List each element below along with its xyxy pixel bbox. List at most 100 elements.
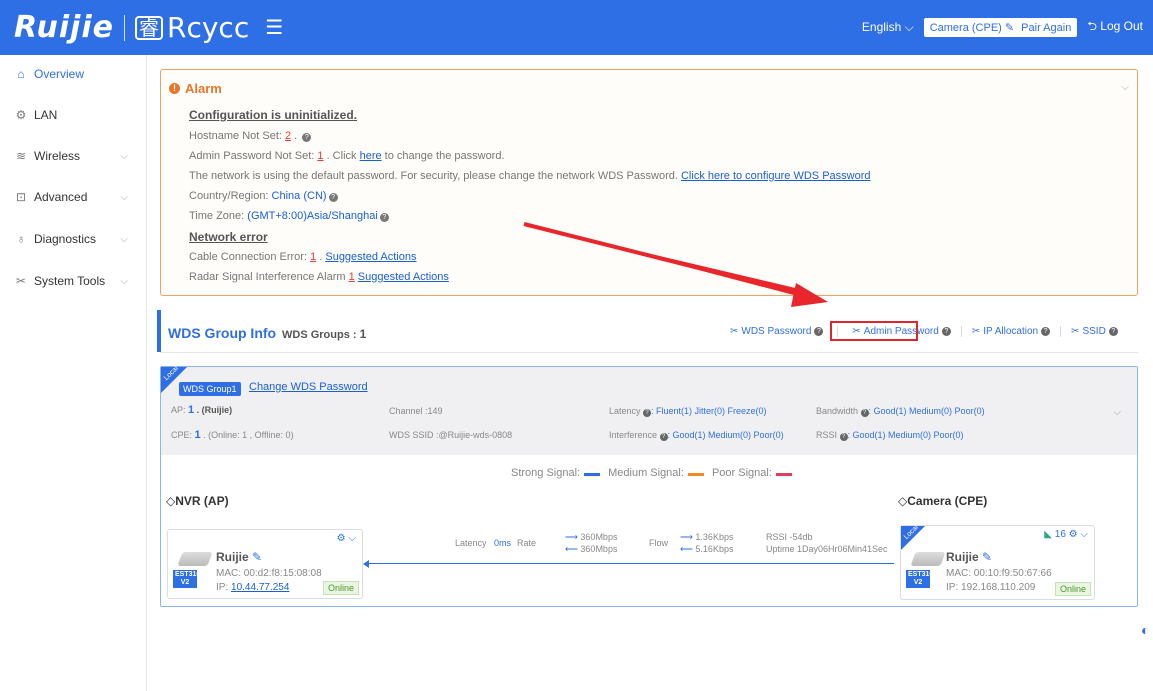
wds-password-button[interactable]: ✂ WDS Password? [730, 326, 824, 337]
collapse-icon[interactable]: ⌵ [1121, 82, 1129, 93]
cpe-summary: CPE: 1 . (Online: 1 , Offline: 0) [171, 429, 294, 441]
help-icon[interactable]: ? [1108, 327, 1118, 336]
tools-icon: ✂ [15, 274, 27, 288]
admin-mid: . Click [323, 150, 360, 162]
cpe-device-card[interactable]: Local EST310-V2 Ruijie ✎ MAC: 00:10:f9:5… [900, 524, 1095, 600]
help-icon[interactable]: ? [379, 213, 389, 222]
tools-icon: ✂ [1071, 326, 1080, 337]
link-rate-up: ⟶ 360Mbps [565, 532, 617, 543]
logout-button[interactable]: ⮌ Log Out [1087, 17, 1143, 38]
gear-icon[interactable]: ⚙ ⌵ [337, 533, 356, 544]
timezone-label: Time Zone: [189, 210, 248, 222]
divider [960, 326, 962, 337]
link-rate-label: Rate [517, 538, 537, 548]
legend-poor-label: Poor Signal: [711, 467, 772, 479]
help-icon[interactable]: ? [941, 327, 951, 336]
help-icon[interactable]: ? [328, 193, 338, 202]
bandwidth-summary: Bandwidth ?: Good(1) Medium(0) Poor(0) [816, 406, 985, 417]
cpe-node-title-text: Camera (CPE) [907, 494, 988, 508]
legend-strong-label: Strong Signal: [511, 467, 581, 479]
alarm-title: ! Alarm [169, 81, 222, 96]
wds-group-badge: WDS Group1 [179, 382, 241, 396]
legend-medium-label: Medium Signal: [608, 467, 684, 479]
rssi-value: : Good(1) Medium(0) Poor(0) [847, 430, 964, 440]
cpe-detail: . (Online: 1 , Offline: 0) [200, 430, 294, 440]
timezone-row: Time Zone: (GMT+8:00)Asia/Shanghai? [189, 210, 389, 222]
admin-suffix: to change the password. [381, 150, 505, 162]
arrow-left-icon: ⟵ [680, 544, 693, 554]
link-rate-down-value: 360Mbps [580, 544, 618, 554]
help-icon[interactable]: ? [839, 433, 848, 441]
ap-device-card[interactable]: EST310-V2 Ruijie ✎ MAC: 00:d2:f8:15:08:0… [167, 529, 363, 599]
interference-summary: Interference ?: Good(1) Medium(0) Poor(0… [609, 430, 784, 441]
device-ip: IP: 192.168.110.209 [946, 582, 1036, 593]
radar-label: Radar Signal Interference Alarm [189, 271, 349, 283]
edit-icon[interactable]: ✎ [1005, 22, 1014, 34]
pair-again-link[interactable]: Pair Again [1021, 22, 1071, 34]
chevron-down-icon: ⌵ [120, 233, 128, 245]
cable-suggested-actions-link[interactable]: Suggested Actions [325, 251, 416, 263]
latency-summary: Latency ?: Fluent(1) Jitter(0) Freeze(0) [609, 406, 767, 417]
admin-password-alert: Admin Password Not Set: 1 . Click here t… [189, 150, 505, 162]
cable-mid: . [316, 251, 326, 263]
section-accent-bar [157, 310, 161, 352]
help-icon[interactable]: ? [643, 409, 652, 417]
chevron-down-icon: ⌵ [120, 191, 128, 203]
top-header: Ruijie 睿 Rcycc ☰ English ⌵ Camera (CPE) … [0, 0, 1153, 55]
help-icon[interactable]: ? [860, 409, 869, 417]
link-rate-down: ⟵ 360Mbps [565, 544, 617, 555]
ap-node-title: ◇NVR (AP) [166, 494, 229, 508]
edit-icon[interactable]: ✎ [982, 550, 992, 564]
ip-allocation-button[interactable]: ✂ IP Allocation? [972, 326, 1051, 337]
language-select[interactable]: English ⌵ [862, 20, 914, 35]
help-icon[interactable]: ? [814, 327, 824, 336]
link-uptime: Uptime 1Day06Hr06Min41Sec [766, 544, 888, 554]
sidebar-item-overview[interactable]: ⌂ Overview [14, 67, 134, 81]
home-icon: ⌂ [17, 67, 25, 81]
sidebar-item-advanced[interactable]: ⊡ Advanced ⌵ [14, 190, 134, 204]
ssid-button[interactable]: ✂ SSID? [1071, 326, 1118, 337]
reyee-seal-icon: 睿 [135, 15, 164, 40]
device-image [177, 552, 213, 566]
change-password-link[interactable]: here [360, 150, 382, 162]
sidebar-item-wireless[interactable]: ≋ Wireless ⌵ [14, 149, 134, 163]
sidebar-item-system-tools[interactable]: ✂ System Tools ⌵ [14, 274, 134, 288]
section-divider [160, 352, 1138, 353]
chevron-down-icon[interactable]: ⌵ [1113, 407, 1121, 418]
device-name-text: Ruijie [946, 550, 979, 564]
sidebar-item-lan[interactable]: ⚙ LAN [14, 108, 134, 122]
help-icon[interactable]: ? [1041, 327, 1051, 336]
ssid-label: SSID [1082, 326, 1106, 337]
wds-password-label: WDS Password [741, 326, 812, 337]
lan-icon: ⚙ [15, 108, 27, 122]
change-wds-password-link[interactable]: Change WDS Password [249, 381, 368, 393]
diagnostics-icon: ♁ [16, 232, 26, 246]
sidebar-item-label: Overview [34, 67, 85, 81]
floating-assistant-icon[interactable]: ◐ [1141, 622, 1149, 638]
ip-label: IP: [216, 582, 232, 593]
sidebar-item-diagnostics[interactable]: ♁ Diagnostics ⌵ [14, 232, 134, 246]
arrow-left-icon: ⟵ [565, 544, 578, 554]
tools-icon: ✂ [730, 326, 739, 337]
signal-count: 16 [1054, 529, 1066, 540]
link-flow-up: ⟶ 1.36Kbps [680, 532, 733, 543]
wifi-icon: ≋ [15, 149, 27, 163]
diamond-icon: ◇ [166, 494, 176, 508]
radar-count[interactable]: 1 [349, 271, 355, 283]
radar-suggested-actions-link[interactable]: Suggested Actions [358, 271, 449, 283]
wds-groups-count: WDS Groups : 1 [282, 327, 366, 341]
edit-icon[interactable]: ✎ [252, 550, 262, 564]
configure-wds-password-link[interactable]: Click here to configure WDS Password [681, 170, 871, 182]
gear-icon[interactable]: ⚙ ⌵ [1069, 529, 1088, 540]
channel-info: Channel :149 [389, 406, 443, 416]
link-flow-up-value: 1.36Kbps [695, 532, 734, 542]
device-image [910, 552, 946, 566]
device-ip-link[interactable]: 10.44.77.254 [231, 582, 289, 593]
sidebar-item-label: LAN [34, 108, 58, 122]
cpe-label: CPE: [171, 430, 195, 440]
sidebar: ⌂ Overview ⚙ LAN ≋ Wireless ⌵ ⊡ Advanced… [0, 55, 147, 691]
help-icon[interactable]: ? [659, 433, 668, 441]
help-icon[interactable]: ? [302, 133, 312, 142]
menu-icon[interactable]: ☰ [265, 15, 283, 40]
wds-groups-value: 1 [359, 327, 367, 341]
